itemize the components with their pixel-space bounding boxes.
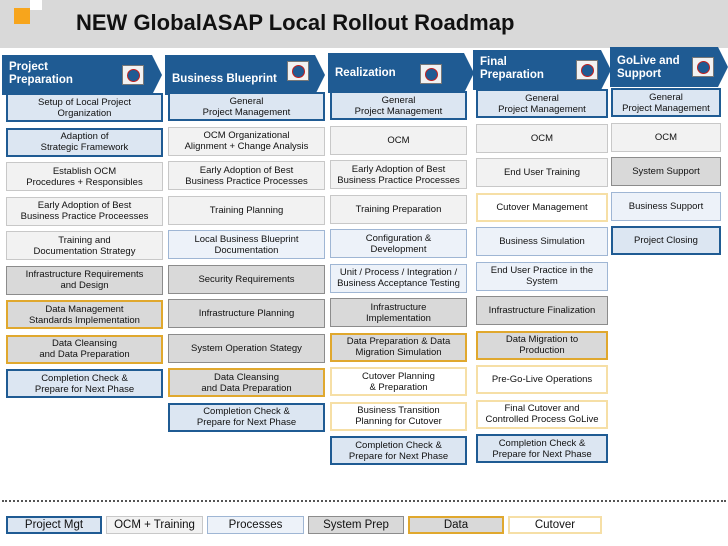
- roadmap-task: Unit / Process / Integration / Business …: [330, 263, 467, 293]
- roadmap-task: Business Simulation: [476, 227, 608, 256]
- legend-item-system-prep: System Prep: [308, 516, 404, 534]
- phase-business-blueprint: Business Blueprint: [165, 55, 325, 95]
- roadmap-task: Cutover Management: [476, 192, 608, 222]
- logo-square: [14, 8, 30, 24]
- roadmap-task: Training and Documentation Strategy: [6, 231, 163, 260]
- roadmap-task: Early Adoption of Best Business Practice…: [330, 160, 467, 189]
- roadmap-task: End User Training: [476, 158, 608, 187]
- legend-item-processes: Processes: [207, 516, 304, 534]
- roadmap-task: Early Adoption of Best Business Practice…: [6, 196, 163, 226]
- roadmap-task: Completion Check & Prepare for Next Phas…: [476, 434, 608, 463]
- phase-label: Final Preparation: [480, 56, 544, 81]
- phase-final-preparation: Final Preparation: [473, 50, 611, 90]
- roadmap-task: System Operation Stategy: [168, 333, 325, 363]
- roadmap-task: End User Practice in the System: [476, 261, 608, 291]
- roadmap-task: OCM Organizational Alignment + Change An…: [168, 126, 325, 156]
- phase-project-preparation: Project Preparation: [2, 55, 162, 95]
- roadmap-task: Establish OCM Procedures + Responsibles: [6, 162, 163, 191]
- phase-label: Business Blueprint: [172, 73, 277, 85]
- roadmap-task: Infrastructure Implementation: [330, 298, 467, 327]
- roadmap-task: Cutover Planning & Preparation: [330, 367, 467, 396]
- roadmap-task: Data Preparation & Data Migration Simula…: [330, 332, 467, 362]
- header-bar: NEW GlobalASAP Local Rollout Roadmap: [0, 0, 728, 48]
- roadmap-task: System Support: [611, 157, 721, 186]
- phase-golive-support: GoLive and Support: [610, 47, 728, 87]
- roadmap-task: Adaption of Strategic Framework: [6, 127, 163, 157]
- legend-item-ocm-training: OCM + Training: [106, 516, 203, 534]
- legend-item-data: Data: [408, 516, 504, 534]
- roadmap-task: Training Planning: [168, 195, 325, 225]
- phase-label: Project Preparation: [9, 61, 73, 86]
- roadmap-task: Data Migration to Production: [476, 330, 608, 360]
- roadmap-task: Project Closing: [611, 226, 721, 255]
- roadmap-task: Training Preparation: [330, 194, 467, 224]
- roadmap-task: Infrastructure Planning: [168, 299, 325, 328]
- roadmap-task: Business Support: [611, 191, 721, 221]
- legend-item-cutover: Cutover: [508, 516, 602, 534]
- roadmap-task: Local Business Blueprint Documentation: [168, 230, 325, 259]
- roadmap-task: Setup of Local Project Organization: [6, 93, 163, 122]
- logo-square-accent: [30, 0, 42, 10]
- roadmap-task: Pre-Go-Live Operations: [476, 365, 608, 394]
- roadmap-task: Data Cleansing and Data Preparation: [6, 334, 163, 364]
- roadmap-task: General Project Management: [611, 88, 721, 117]
- step-4-icon: [576, 60, 598, 80]
- roadmap-task: Early Adoption of Best Business Practice…: [168, 161, 325, 190]
- step-1-icon: [122, 65, 144, 85]
- roadmap-task: Infrastructure Requirements and Design: [6, 265, 163, 295]
- roadmap-task: Data Management Standards Implementation: [6, 300, 163, 329]
- roadmap-task: General Project Management: [476, 89, 608, 118]
- roadmap-task: General Project Management: [330, 91, 467, 120]
- roadmap-task: Business Transition Planning for Cutover: [330, 401, 467, 431]
- roadmap-task: OCM: [476, 123, 608, 153]
- roadmap-task: Completion Check & Prepare for Next Phas…: [168, 402, 325, 432]
- roadmap-task: Configuration & Development: [330, 229, 467, 258]
- roadmap-task: Data Cleansing and Data Preparation: [168, 368, 325, 397]
- legend-item-project-mgt: Project Mgt: [6, 516, 102, 534]
- step-5-icon: [692, 57, 714, 77]
- roadmap-task: Completion Check & Prepare for Next Phas…: [330, 436, 467, 465]
- roadmap-task: Completion Check & Prepare for Next Phas…: [6, 369, 163, 398]
- step-3-icon: [420, 64, 442, 84]
- phase-realization: Realization: [328, 53, 474, 93]
- legend-divider: [2, 500, 726, 502]
- phase-label: GoLive and Support: [617, 55, 680, 80]
- roadmap-task: General Project Management: [168, 92, 325, 121]
- roadmap-task: OCM: [330, 125, 467, 155]
- step-2-icon: [287, 61, 309, 81]
- page-title: NEW GlobalASAP Local Rollout Roadmap: [76, 10, 515, 35]
- roadmap-task: Infrastructure Finalization: [476, 296, 608, 325]
- roadmap-task: Final Cutover and Controlled Process GoL…: [476, 399, 608, 429]
- phase-label: Realization: [335, 67, 396, 79]
- roadmap-task: Security Requirements: [168, 264, 325, 294]
- roadmap-task: OCM: [611, 122, 721, 152]
